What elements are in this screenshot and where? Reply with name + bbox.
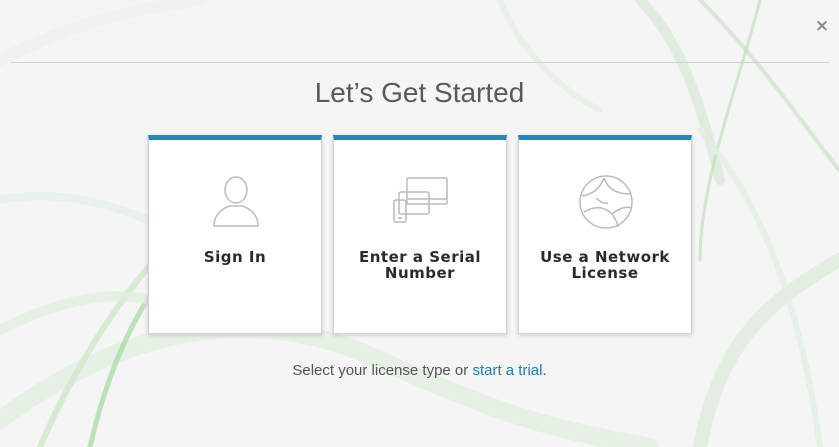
serial-number-card[interactable]: Enter a Serial Number bbox=[333, 135, 507, 334]
user-silhouette-icon bbox=[213, 176, 259, 227]
license-hint-text: Select your license type or bbox=[292, 362, 473, 379]
license-hint-period: . bbox=[542, 362, 547, 379]
serial-number-label: Enter a Serial Number bbox=[358, 248, 481, 282]
network-license-label: Use a Network License bbox=[540, 248, 670, 282]
header-divider bbox=[10, 62, 829, 63]
license-hint: Select your license type or start a tria… bbox=[0, 362, 839, 379]
page-title: Let’s Get Started bbox=[314, 77, 525, 108]
close-button[interactable]: × bbox=[812, 16, 832, 36]
network-license-card[interactable]: Use a Network License bbox=[518, 135, 692, 334]
devices-icon bbox=[393, 177, 448, 223]
close-icon: × bbox=[814, 16, 830, 36]
network-globe-icon bbox=[579, 175, 633, 229]
start-trial-link[interactable]: start a trial bbox=[472, 362, 542, 379]
sign-in-card[interactable]: Sign In bbox=[148, 135, 322, 334]
sign-in-label: Sign In bbox=[203, 248, 267, 266]
